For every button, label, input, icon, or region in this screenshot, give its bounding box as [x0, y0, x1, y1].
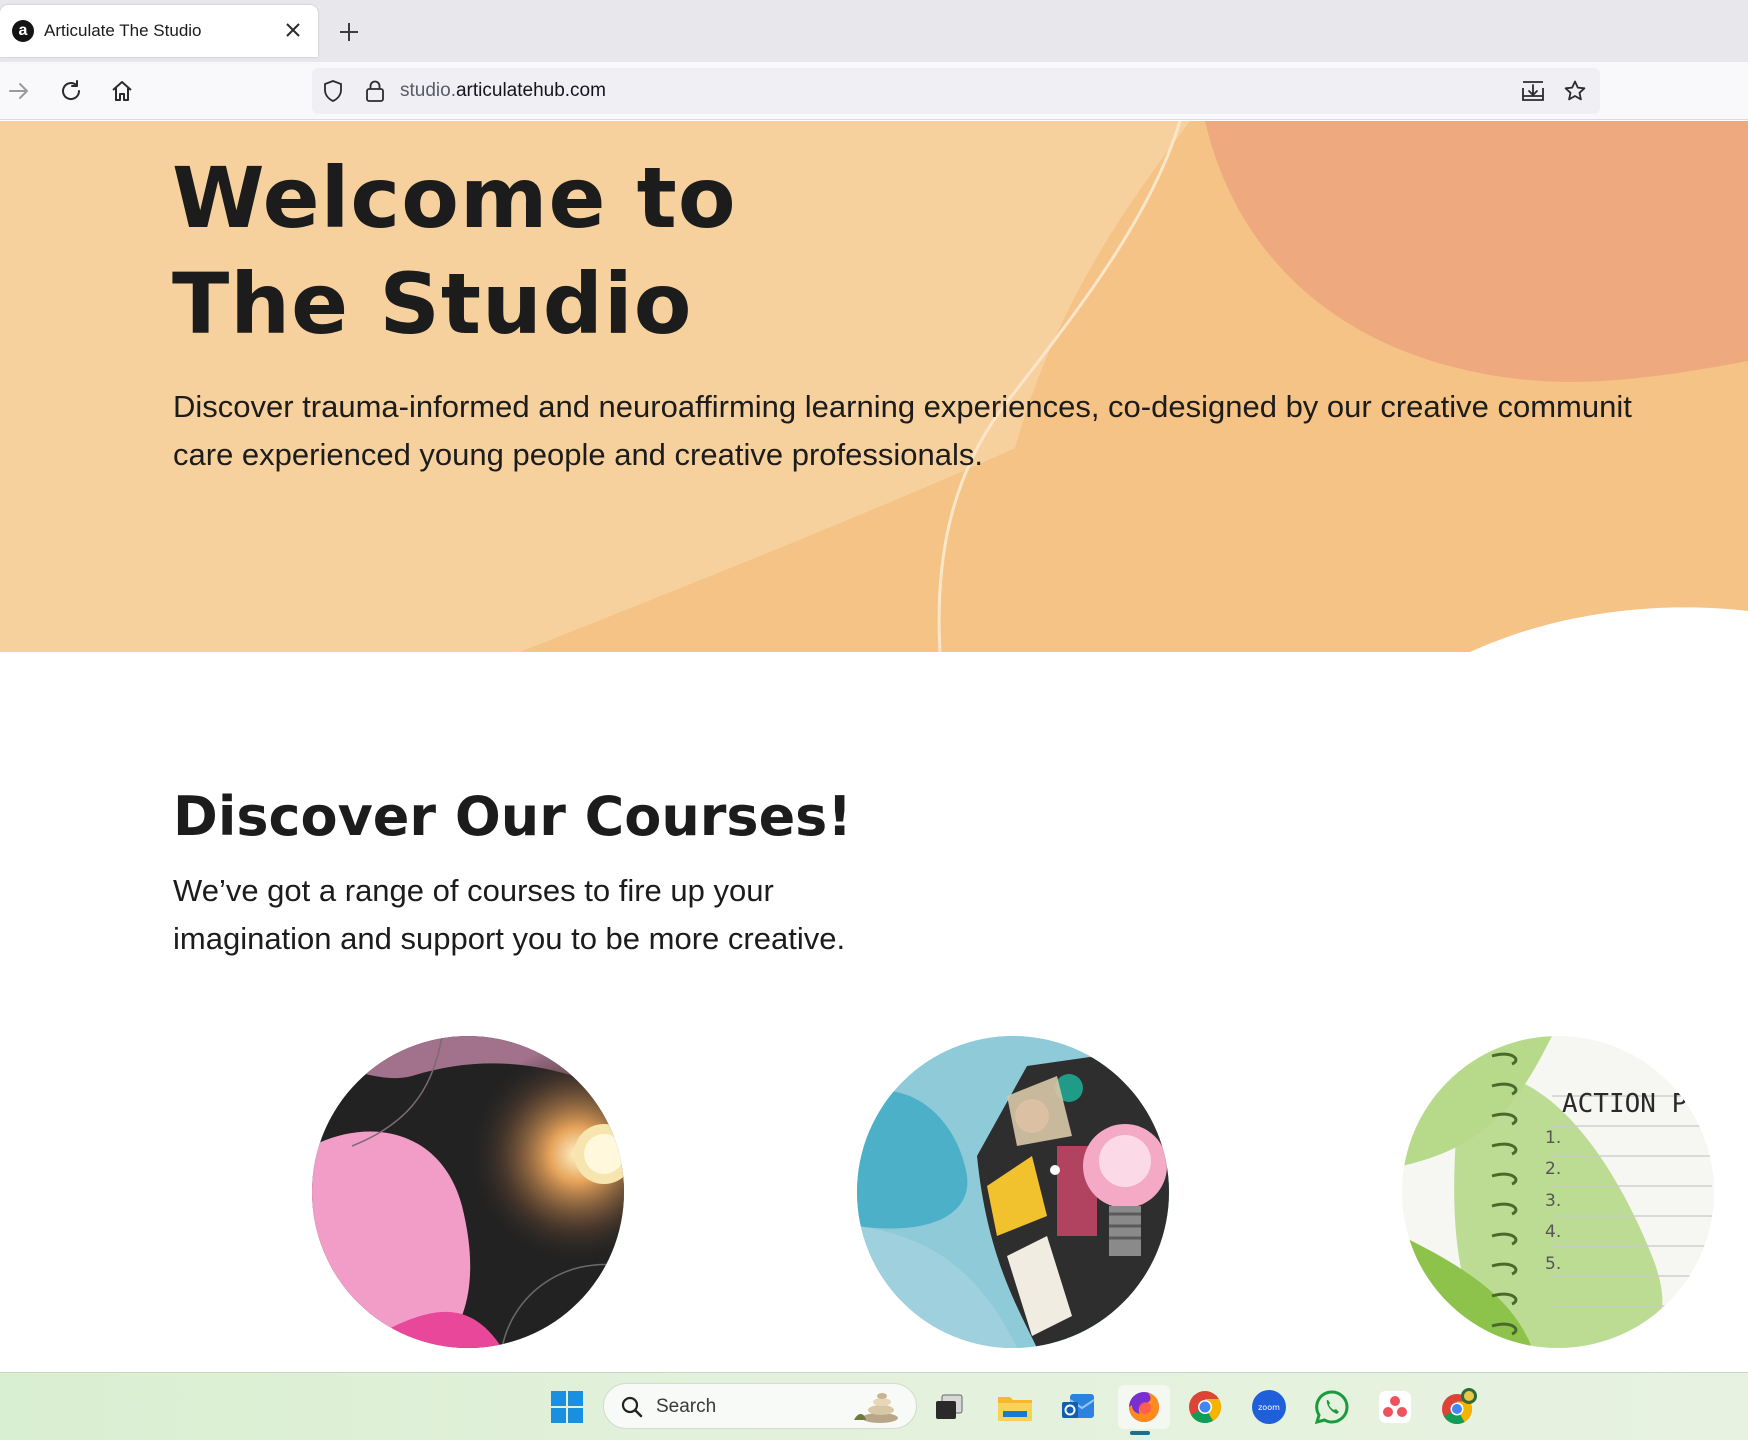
- home-button[interactable]: [103, 72, 141, 110]
- url-text[interactable]: studio.articulatehub.com: [400, 80, 606, 102]
- search-highlight-stones-icon: [848, 1390, 902, 1429]
- reload-icon: [62, 80, 81, 100]
- spotlight-course-image: [312, 1036, 624, 1348]
- hero-section: Welcome to The Studio Discover trauma-in…: [0, 121, 1748, 652]
- articulate-favicon-icon: a: [12, 20, 34, 42]
- shield-icon[interactable]: [320, 78, 346, 104]
- task-view-icon[interactable]: [927, 1385, 971, 1429]
- navigation-toolbar: studio.articulatehub.com: [0, 62, 1748, 120]
- browser-tab[interactable]: a Articulate The Studio: [0, 5, 318, 57]
- plus-icon: [340, 23, 358, 41]
- download-icon[interactable]: [1520, 78, 1546, 104]
- list-number-3: 3.: [1545, 1191, 1561, 1211]
- url-domain: articulatehub.com: [455, 80, 606, 101]
- taskbar-search-placeholder: Search: [656, 1396, 717, 1417]
- bookmark-star-icon[interactable]: [1562, 78, 1588, 104]
- hero-description-line-2: care experienced young people and creati…: [173, 437, 983, 472]
- zoom-label: zoom: [1258, 1403, 1280, 1412]
- courses-description-line-2: imagination and support you to be more c…: [173, 921, 846, 956]
- course-card-lightbulb[interactable]: [857, 1036, 1169, 1348]
- file-explorer-icon[interactable]: [993, 1385, 1037, 1429]
- outlook-icon[interactable]: [1056, 1385, 1100, 1429]
- list-number-2: 2.: [1545, 1159, 1561, 1179]
- forward-icon: [9, 83, 28, 99]
- notebook-course-image: ACTION P. 1. 2. 3. 4. 5.: [1402, 1036, 1714, 1348]
- courses-heading: Discover Our Courses!: [173, 785, 852, 848]
- chrome-canary-icon[interactable]: [1437, 1385, 1481, 1429]
- taskbar-search-box[interactable]: Search: [603, 1383, 917, 1429]
- zoom-icon[interactable]: zoom: [1247, 1385, 1291, 1429]
- lock-icon[interactable]: [362, 78, 388, 104]
- firefox-icon[interactable]: [1118, 1385, 1170, 1435]
- forward-button[interactable]: [0, 72, 38, 110]
- tab-title: Articulate The Studio: [44, 21, 202, 40]
- list-number-4: 4.: [1545, 1222, 1561, 1242]
- list-number-1: 1.: [1545, 1128, 1561, 1148]
- chrome-icon[interactable]: [1183, 1385, 1227, 1429]
- courses-description: We’ve got a range of courses to fire up …: [173, 867, 973, 963]
- hero-description-line-1: Discover trauma-informed and neuroaffirm…: [173, 389, 1632, 424]
- hero-title: Welcome to The Studio: [172, 145, 1072, 357]
- list-number-5: 5.: [1545, 1254, 1561, 1274]
- notebook-title: ACTION P.: [1562, 1089, 1703, 1119]
- course-card-notebook[interactable]: ACTION P. 1. 2. 3. 4. 5.: [1402, 1036, 1714, 1348]
- hero-title-line-2: The Studio: [172, 255, 693, 353]
- windows-start-icon[interactable]: [545, 1385, 589, 1429]
- tab-strip: a Articulate The Studio: [0, 0, 1748, 62]
- asana-icon[interactable]: [1373, 1385, 1417, 1429]
- close-tab-icon[interactable]: [280, 17, 306, 43]
- hero-title-line-1: Welcome to: [172, 149, 737, 247]
- reload-button[interactable]: [52, 72, 90, 110]
- windows-taskbar: Search zoom: [0, 1372, 1748, 1440]
- search-icon: [620, 1395, 644, 1424]
- whatsapp-icon[interactable]: [1310, 1385, 1354, 1429]
- courses-description-line-1: We’ve got a range of courses to fire up …: [173, 873, 774, 908]
- new-tab-button[interactable]: [333, 16, 365, 48]
- url-subdomain: studio.: [400, 80, 456, 101]
- home-icon: [112, 81, 132, 101]
- hero-description: Discover trauma-informed and neuroaffirm…: [173, 383, 1748, 479]
- lightbulb-course-image: [857, 1036, 1169, 1348]
- address-bar[interactable]: studio.articulatehub.com: [312, 68, 1600, 114]
- course-card-spotlight[interactable]: [312, 1036, 624, 1348]
